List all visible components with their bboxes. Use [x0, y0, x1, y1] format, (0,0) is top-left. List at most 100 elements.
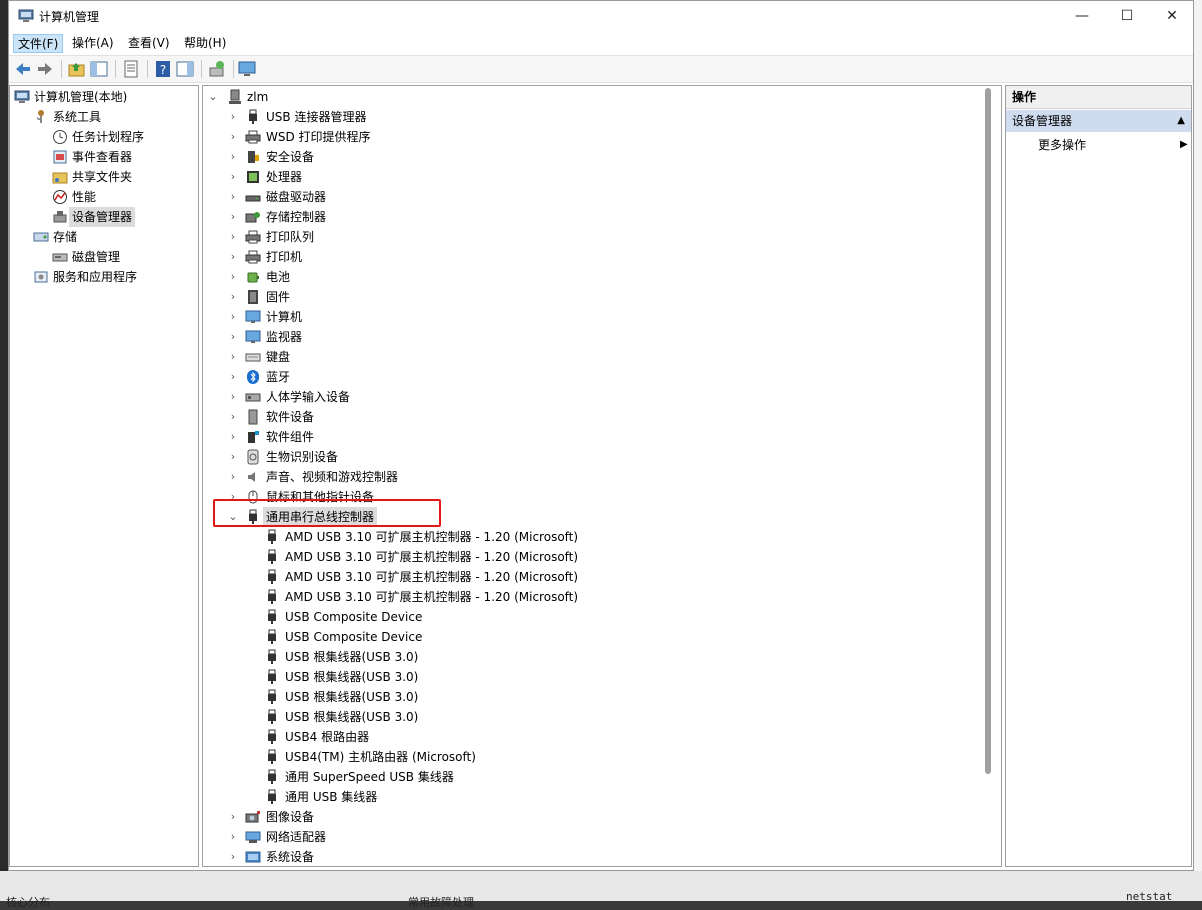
tree-item[interactable]: › 图像设备 — [203, 807, 1001, 827]
bluetooth-icon — [247, 370, 259, 384]
tree-item[interactable]: USB 根集线器(USB 3.0) — [203, 647, 1001, 667]
toolbar-separator — [147, 60, 148, 78]
help-icon[interactable]: ? — [153, 59, 173, 79]
chevron-right-icon[interactable]: › — [227, 367, 239, 387]
tree-item[interactable]: › 软件组件 — [203, 427, 1001, 447]
chevron-right-icon[interactable]: › — [227, 287, 239, 307]
tree-item[interactable]: ⌄存储 — [10, 227, 198, 247]
more-actions-item[interactable]: 更多操作 — [1038, 134, 1086, 156]
scan-hardware-icon[interactable] — [207, 59, 227, 79]
tree-item[interactable]: › 存储控制器 — [203, 207, 1001, 227]
tree-item[interactable]: › 安全设备 — [203, 147, 1001, 167]
tree-item[interactable]: › 固件 — [203, 287, 1001, 307]
tree-item[interactable]: › 软件设备 — [203, 407, 1001, 427]
tree-item[interactable]: › 计算机 — [203, 307, 1001, 327]
up-folder-icon[interactable] — [67, 59, 87, 79]
chevron-right-icon[interactable]: › — [227, 307, 239, 327]
chevron-right-icon[interactable]: › — [227, 267, 239, 287]
tree-item[interactable]: AMD USB 3.10 可扩展主机控制器 - 1.20 (Microsoft) — [203, 567, 1001, 587]
chevron-right-icon[interactable]: › — [227, 407, 239, 427]
forward-arrow-icon[interactable] — [35, 59, 55, 79]
tree-item[interactable]: › 打印机 — [203, 247, 1001, 267]
chevron-right-icon[interactable]: › — [227, 207, 239, 227]
chevron-right-icon[interactable]: › — [227, 447, 239, 467]
chevron-right-icon[interactable]: › — [227, 427, 239, 447]
actions-section-device-manager[interactable]: 设备管理器 ▲ — [1006, 110, 1191, 132]
tree-item[interactable]: › 网络适配器 — [203, 827, 1001, 847]
tree-item[interactable]: USB 根集线器(USB 3.0) — [203, 707, 1001, 727]
tree-item[interactable]: 计算机管理(本地) — [10, 87, 198, 107]
tree-item[interactable]: › 声音、视频和游戏控制器 — [203, 467, 1001, 487]
menu-file[interactable]: 文件(F) — [13, 34, 64, 53]
tree-item[interactable]: AMD USB 3.10 可扩展主机控制器 - 1.20 (Microsoft) — [203, 527, 1001, 547]
tree-item-label: 安全设备 — [266, 150, 315, 164]
tree-item[interactable]: USB4 根路由器 — [203, 727, 1001, 747]
tree-item[interactable]: › 键盘 — [203, 347, 1001, 367]
chevron-right-icon[interactable]: › — [227, 147, 239, 167]
tree-item[interactable]: ⌄ zlm — [203, 87, 1001, 107]
expand-down-icon[interactable]: ⌄ — [207, 87, 219, 107]
tree-item[interactable]: 通用 USB 集线器 — [203, 787, 1001, 807]
chevron-right-icon[interactable]: › — [227, 187, 239, 207]
tree-item[interactable]: ›服务和应用程序 — [10, 267, 198, 287]
usb-icon — [249, 109, 257, 124]
close-button[interactable]: ✕ — [1149, 1, 1195, 32]
action-pane-icon[interactable] — [175, 59, 195, 79]
chevron-right-icon[interactable]: › — [227, 127, 239, 147]
chevron-right-icon[interactable]: › — [227, 387, 239, 407]
tree-item-label: USB 根集线器(USB 3.0) — [285, 670, 419, 684]
chevron-right-icon[interactable]: › — [227, 847, 239, 866]
tree-item[interactable]: ›共享文件夹 — [10, 167, 198, 187]
tree-item-label: USB 根集线器(USB 3.0) — [285, 650, 419, 664]
background-taskbar: 核心分布 常用故障处理 netstat — [0, 871, 1202, 909]
chevron-right-icon[interactable]: › — [227, 227, 239, 247]
chevron-right-icon[interactable]: › — [227, 327, 239, 347]
collapse-up-icon[interactable]: ▲ — [1177, 110, 1185, 132]
maximize-button[interactable]: ☐ — [1104, 1, 1150, 32]
tree-item[interactable]: USB 根集线器(USB 3.0) — [203, 687, 1001, 707]
tree-item[interactable]: › USB 连接器管理器 — [203, 107, 1001, 127]
tree-item[interactable]: › WSD 打印提供程序 — [203, 127, 1001, 147]
chevron-right-icon[interactable]: › — [227, 247, 239, 267]
back-arrow-icon[interactable] — [13, 59, 33, 79]
tree-item[interactable]: › 处理器 — [203, 167, 1001, 187]
tree-item[interactable]: 设备管理器 — [10, 207, 198, 227]
tree-item[interactable]: 通用 SuperSpeed USB 集线器 — [203, 767, 1001, 787]
tree-item[interactable]: ⌄ 系统工具 — [10, 107, 198, 127]
usb-icon — [268, 569, 276, 584]
tree-item[interactable]: › 打印队列 — [203, 227, 1001, 247]
tree-item[interactable]: › 磁盘驱动器 — [203, 187, 1001, 207]
show-hide-tree-icon[interactable] — [89, 59, 109, 79]
chevron-right-icon[interactable]: › — [227, 347, 239, 367]
minimize-button[interactable]: — — [1059, 1, 1105, 32]
monitor-icon[interactable] — [237, 59, 257, 79]
tree-item[interactable]: USB4(TM) 主机路由器 (Microsoft) — [203, 747, 1001, 767]
chevron-right-icon[interactable]: › — [227, 167, 239, 187]
tree-item-label: 电池 — [266, 270, 291, 284]
tree-item[interactable]: USB Composite Device — [203, 627, 1001, 647]
navigation-tree-pane: 计算机管理(本地) ⌄系统工具›任务计划程序›事件查看器›共享文件夹›性能设备管理… — [9, 85, 199, 867]
chevron-right-icon[interactable]: › — [227, 107, 239, 127]
properties-icon[interactable] — [121, 59, 141, 79]
tree-item[interactable]: › 人体学输入设备 — [203, 387, 1001, 407]
tree-item[interactable]: 磁盘管理 — [10, 247, 198, 267]
tree-item[interactable]: › 蓝牙 — [203, 367, 1001, 387]
menu-help[interactable]: 帮助(H) — [180, 34, 230, 53]
tree-item-label: 图像设备 — [266, 810, 315, 824]
tree-item[interactable]: ›事件查看器 — [10, 147, 198, 167]
tree-item[interactable]: › 电池 — [203, 267, 1001, 287]
tree-item[interactable]: ›任务计划程序 — [10, 127, 198, 147]
tree-item[interactable]: USB 根集线器(USB 3.0) — [203, 667, 1001, 687]
tree-item[interactable]: USB Composite Device — [203, 607, 1001, 627]
chevron-right-icon[interactable]: › — [227, 827, 239, 847]
tree-item[interactable]: ›性能 — [10, 187, 198, 207]
tree-item[interactable]: AMD USB 3.10 可扩展主机控制器 - 1.20 (Microsoft) — [203, 547, 1001, 567]
tree-item[interactable]: › 系统设备 — [203, 847, 1001, 866]
tree-item[interactable]: › 监视器 — [203, 327, 1001, 347]
tree-item[interactable]: AMD USB 3.10 可扩展主机控制器 - 1.20 (Microsoft) — [203, 587, 1001, 607]
chevron-right-icon[interactable]: › — [227, 467, 239, 487]
tree-item[interactable]: › 生物识别设备 — [203, 447, 1001, 467]
chevron-right-icon[interactable]: › — [227, 807, 239, 827]
menu-view[interactable]: 查看(V) — [124, 34, 174, 53]
menu-action[interactable]: 操作(A) — [68, 34, 118, 53]
